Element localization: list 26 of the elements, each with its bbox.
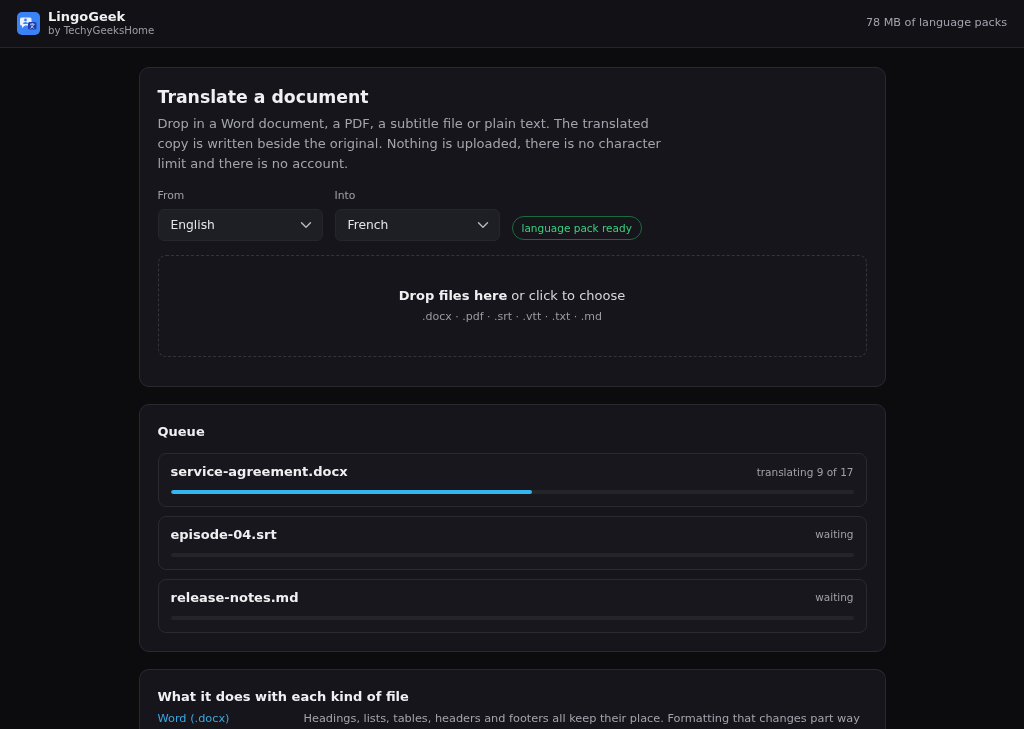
- field-label: From: [157, 190, 186, 204]
- file-formats-text: .docx · .pdf · .srt · .vtt · .txt · .md: [421, 308, 603, 325]
- chat-bubbles-icon: [17, 12, 40, 35]
- file-name: service-agreement.docx: [170, 464, 348, 481]
- field-label: Into: [334, 190, 357, 204]
- card-title: Translate a document: [157, 86, 370, 109]
- intro-text: Drop in a Word document, a PDF, a subtitle file or plain text. The translated copy is written beside the original. Nothing is uploaded, there is no character limit and there is no account.: [157, 115, 662, 174]
- file-drop-zone[interactable]: Drop files here or click to choose .docx · .pdf · .srt · .vtt · .txt · .md: [157, 255, 867, 358]
- storage-text: 78 MB of language packs: [865, 15, 1007, 32]
- publisher-text: by TechyGeeksHome: [48, 24, 155, 37]
- file-name: episode-04.srt: [170, 526, 277, 544]
- queue-item[interactable]: episode-04.srt waiting: [157, 515, 867, 570]
- card-title: Queue: [157, 423, 206, 441]
- queue-item[interactable]: release-notes.md waiting: [157, 578, 867, 633]
- file-kind-link[interactable]: Word (.docx): [157, 712, 304, 727]
- job-status: waiting: [815, 527, 854, 543]
- target-language-select[interactable]: French: [334, 209, 500, 242]
- job-status: waiting: [815, 590, 854, 606]
- drop-prompt: Drop files here or click to choose: [398, 287, 626, 305]
- file-name: release-notes.md: [170, 589, 299, 607]
- card-title: What it does with each kind of file: [157, 687, 410, 706]
- file-kind-description: Headings, lists, tables, headers and footers all keep their place. Formatting that changes part way: [303, 712, 860, 727]
- job-status: translating 9 of 17: [756, 464, 854, 480]
- app-name: LingoGeek: [48, 10, 127, 25]
- queue-item[interactable]: service-agreement.docx translating 9 of 17: [157, 453, 867, 507]
- source-language-select[interactable]: English: [157, 209, 323, 242]
